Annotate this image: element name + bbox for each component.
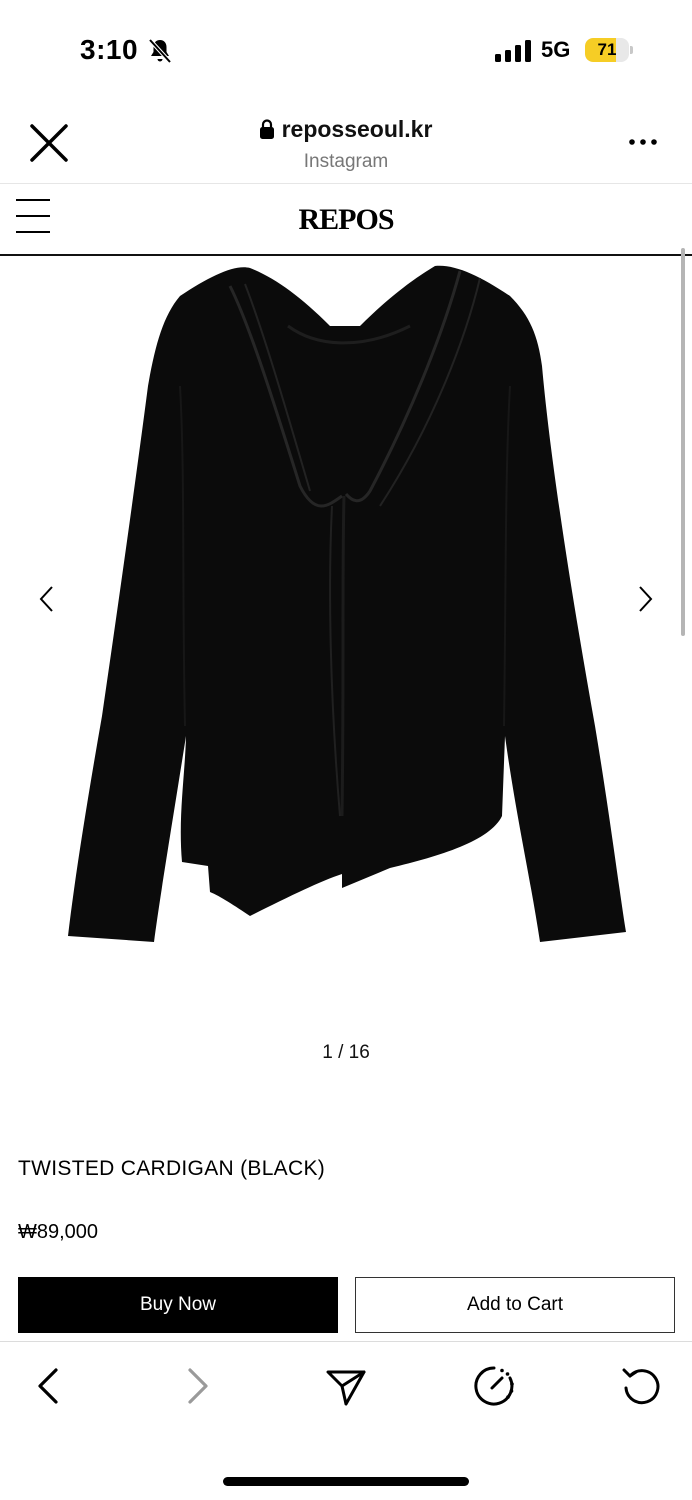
divider (0, 183, 692, 184)
back-icon[interactable] (26, 1364, 70, 1408)
forward-icon[interactable] (176, 1364, 220, 1408)
bell-slash-icon (148, 38, 172, 64)
lock-icon (259, 119, 274, 139)
url-text: reposseoul.kr (281, 116, 433, 142)
status-time: 3:10 (80, 34, 139, 65)
add-to-cart-button[interactable]: Add to Cart (355, 1277, 675, 1333)
reload-icon[interactable] (620, 1364, 664, 1408)
battery-level: 71 (597, 40, 617, 59)
buy-now-button[interactable]: Buy Now (18, 1277, 338, 1333)
performance-icon[interactable] (472, 1364, 516, 1408)
product-price: ₩89,000 (18, 1221, 99, 1243)
battery-icon: 71 (585, 38, 633, 62)
add-to-cart-label: Add to Cart (466, 1294, 564, 1315)
home-indicator[interactable] (223, 1477, 469, 1486)
chevron-right-icon[interactable] (636, 584, 656, 614)
source-app: Instagram (303, 151, 389, 172)
site-logo[interactable]: REPOS (0, 203, 692, 237)
bottom-bar-divider (0, 1341, 692, 1342)
share-icon[interactable] (324, 1364, 368, 1408)
product-image[interactable] (60, 256, 632, 956)
network-type: 5G (541, 37, 571, 62)
signal-icon (495, 40, 531, 62)
buy-now-label: Buy Now (139, 1294, 217, 1315)
close-icon[interactable] (28, 122, 70, 164)
more-icon[interactable] (628, 132, 658, 152)
url-bar[interactable]: reposseoul.kr Instagram (200, 116, 492, 173)
chevron-left-icon[interactable] (36, 584, 56, 614)
image-counter: 1 / 16 (322, 1042, 370, 1063)
product-title: TWISTED CARDIGAN (BLACK) (18, 1157, 326, 1180)
scrollbar[interactable] (681, 248, 685, 636)
